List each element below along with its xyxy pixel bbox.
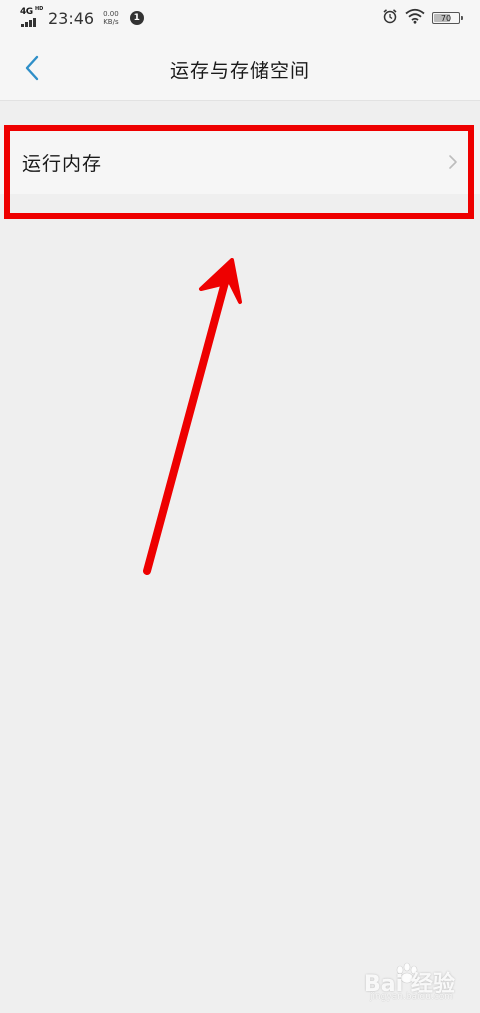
wifi-icon bbox=[405, 8, 425, 28]
notification-count: 1 bbox=[133, 13, 140, 23]
list-item-running-memory[interactable]: 运行内存 bbox=[0, 130, 480, 194]
network-speed: 0.00 KB/s bbox=[103, 10, 119, 26]
battery-icon: 70 bbox=[432, 12, 463, 24]
app-header: 运存与存储空间 bbox=[0, 36, 480, 101]
page-title: 运存与存储空间 bbox=[169, 60, 310, 82]
status-time: 23:46 bbox=[48, 8, 95, 28]
status-bar: 4G HD 23:46 0.00 KB/s 1 70 bbox=[0, 0, 480, 36]
baidu-watermark: Bai 经验 jingyan.baidu.com bbox=[350, 958, 474, 1006]
watermark-url: jingyan.baidu.com bbox=[370, 992, 454, 1002]
list-item-label: 运行内存 bbox=[22, 153, 103, 175]
network-sub-label: HD bbox=[35, 6, 44, 12]
battery-level: 70 bbox=[440, 13, 452, 23]
chevron-right-icon bbox=[449, 155, 457, 169]
notification-badge: 1 bbox=[129, 11, 144, 25]
signal-icon: 4G HD bbox=[20, 6, 44, 28]
alarm-icon bbox=[382, 8, 398, 28]
network-speed-unit: KB/s bbox=[103, 18, 119, 26]
network-type: 4G bbox=[20, 7, 33, 17]
network-speed-value: 0.00 bbox=[103, 10, 119, 18]
